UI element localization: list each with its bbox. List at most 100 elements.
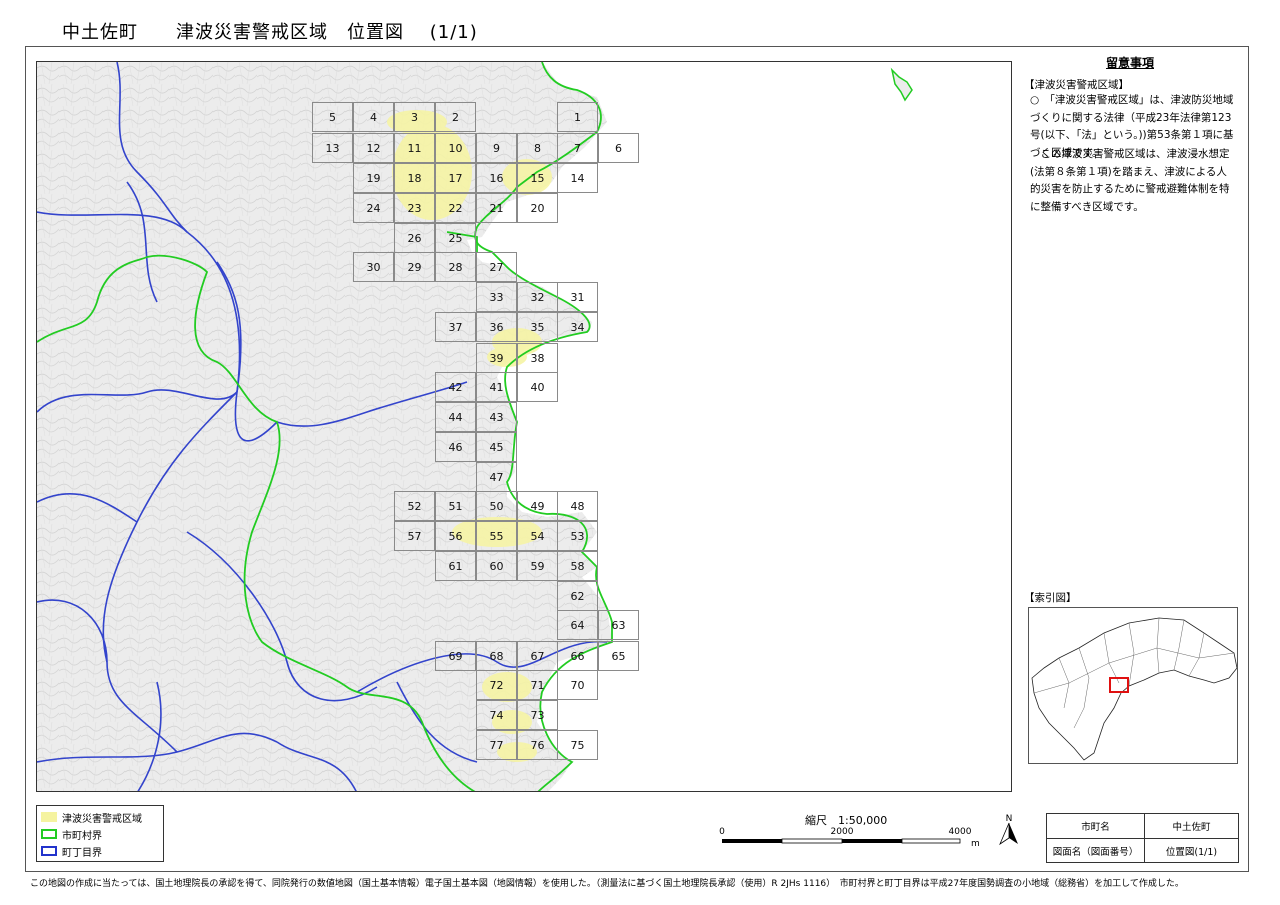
map-tile-20[interactable]: 20: [517, 193, 558, 223]
map-tile-6[interactable]: 6: [598, 133, 639, 163]
map-tile-44[interactable]: 44: [435, 402, 476, 432]
map-tile-54[interactable]: 54: [517, 521, 558, 551]
map-tile-75[interactable]: 75: [557, 730, 598, 760]
map-tile-12[interactable]: 12: [353, 133, 394, 163]
map-tile-23[interactable]: 23: [394, 193, 435, 223]
map-tile-3[interactable]: 3: [394, 102, 435, 132]
map-tile-4[interactable]: 4: [353, 102, 394, 132]
map-tile-18[interactable]: 18: [394, 163, 435, 193]
map-tile-43[interactable]: 43: [476, 402, 517, 432]
map-tile-49[interactable]: 49: [517, 491, 558, 521]
map-tile-1[interactable]: 1: [557, 102, 598, 132]
map-tile-9[interactable]: 9: [476, 133, 517, 163]
tile-grid: 1 2 3 4 5 6 7 8 9 10 11 12 13 14 15 16 17 18 19 20 21 22 23 24 2…: [37, 62, 1011, 791]
index-map-label: 【索引図】: [1024, 592, 1077, 604]
map-tile-45[interactable]: 45: [476, 432, 517, 462]
main-map[interactable]: 1 2 3 4 5 6 7 8 9 10 11 12 13 14 15 16 17 18 19 20 21 22 23 24 2…: [36, 61, 1012, 792]
legend-item-municipal-boundary: 市町村界: [41, 827, 102, 842]
map-tile-59[interactable]: 59: [517, 551, 558, 581]
map-tile-38[interactable]: 38: [517, 343, 558, 373]
map-tile-35[interactable]: 35: [517, 312, 558, 342]
map-tile-47[interactable]: 47: [476, 462, 517, 492]
map-tile-65[interactable]: 65: [598, 641, 639, 671]
table-town-value: 中土佐町: [1172, 822, 1211, 833]
map-tile-15[interactable]: 15: [517, 163, 558, 193]
map-tile-62[interactable]: 62: [557, 581, 598, 611]
map-tile-61[interactable]: 61: [435, 551, 476, 581]
map-tile-56[interactable]: 56: [435, 521, 476, 551]
notes-paragraph-2: この津波災害警戒区域は、津波浸水想定(法第８条第１項)を踏まえ、津波による人的災…: [1030, 148, 1230, 213]
map-tile-25[interactable]: 25: [435, 223, 476, 253]
map-tile-51[interactable]: 51: [435, 491, 476, 521]
map-info-table: 市町名 中土佐町 図面名（図面番号） 位置図(1/1): [1046, 813, 1239, 863]
map-tile-40[interactable]: 40: [517, 372, 558, 402]
map-tile-21[interactable]: 21: [476, 193, 517, 223]
map-tile-57[interactable]: 57: [394, 521, 435, 551]
map-tile-48[interactable]: 48: [557, 491, 598, 521]
scale-tick-0: 0: [719, 827, 725, 837]
map-tile-36[interactable]: 36: [476, 312, 517, 342]
map-tile-60[interactable]: 60: [476, 551, 517, 581]
map-tile-2[interactable]: 2: [435, 102, 476, 132]
map-tile-8[interactable]: 8: [517, 133, 558, 163]
map-tile-22[interactable]: 22: [435, 193, 476, 223]
map-tile-19[interactable]: 19: [353, 163, 394, 193]
map-tile-13[interactable]: 13: [312, 133, 353, 163]
map-tile-33[interactable]: 33: [476, 282, 517, 312]
prefecture-outline: [1031, 617, 1237, 761]
map-tile-64[interactable]: 64: [557, 610, 598, 640]
map-tile-27[interactable]: 27: [476, 252, 517, 282]
north-label: N: [1006, 814, 1013, 824]
map-tile-76[interactable]: 76: [517, 730, 558, 760]
map-tile-31[interactable]: 31: [557, 282, 598, 312]
map-tile-69[interactable]: 69: [435, 641, 476, 671]
map-tile-50[interactable]: 50: [476, 491, 517, 521]
map-tile-66[interactable]: 66: [557, 641, 598, 671]
north-arrow-icon: N: [999, 814, 1018, 846]
map-tile-74[interactable]: 74: [476, 700, 517, 730]
map-tile-68[interactable]: 68: [476, 641, 517, 671]
map-tile-41[interactable]: 41: [476, 372, 517, 402]
map-tile-24[interactable]: 24: [353, 193, 394, 223]
notes-heading: 【津波災害警戒区域】: [1024, 79, 1129, 91]
map-tile-32[interactable]: 32: [517, 282, 558, 312]
map-tile-16[interactable]: 16: [476, 163, 517, 193]
map-tile-42[interactable]: 42: [435, 372, 476, 402]
map-tile-55[interactable]: 55: [476, 521, 517, 551]
map-tile-10[interactable]: 10: [435, 133, 476, 163]
map-tile-53[interactable]: 53: [557, 521, 598, 551]
map-tile-17[interactable]: 17: [435, 163, 476, 193]
map-tile-63[interactable]: 63: [598, 610, 639, 640]
legend-label: 市町村界: [62, 830, 102, 842]
scale-tick-4000: 4000: [949, 827, 972, 837]
scale-unit: m: [971, 839, 980, 849]
map-tile-30[interactable]: 30: [353, 252, 394, 282]
map-tile-39[interactable]: 39: [476, 343, 517, 373]
map-tile-67[interactable]: 67: [517, 641, 558, 671]
index-map[interactable]: [1028, 607, 1238, 764]
map-tile-29[interactable]: 29: [394, 252, 435, 282]
map-tile-72[interactable]: 72: [476, 670, 517, 700]
table-sheet-value: 位置図(1/1): [1165, 846, 1218, 858]
map-tile-11[interactable]: 11: [394, 133, 435, 163]
legend-item-town-boundary: 町丁目界: [41, 844, 102, 859]
map-tile-34[interactable]: 34: [557, 312, 598, 342]
map-tile-58[interactable]: 58: [557, 551, 598, 581]
map-tile-28[interactable]: 28: [435, 252, 476, 282]
map-tile-77[interactable]: 77: [476, 730, 517, 760]
legend-swatch-town-boundary: [41, 846, 57, 856]
map-tile-71[interactable]: 71: [517, 670, 558, 700]
footer-credit: この地図の作成に当たっては、国土地理院長の承認を得て、同院発行の数値地図（国土基…: [30, 879, 1184, 889]
legend-label: 町丁目界: [62, 847, 102, 859]
map-tile-14[interactable]: 14: [557, 163, 598, 193]
map-tile-26[interactable]: 26: [394, 223, 435, 253]
map-tile-37[interactable]: 37: [435, 312, 476, 342]
page-title: 中土佐町 津波災害警戒区域 位置図 (1/1): [62, 22, 478, 43]
table-header-town: 市町名: [1081, 822, 1110, 833]
map-tile-46[interactable]: 46: [435, 432, 476, 462]
map-tile-5[interactable]: 5: [312, 102, 353, 132]
map-tile-70[interactable]: 70: [557, 670, 598, 700]
map-tile-52[interactable]: 52: [394, 491, 435, 521]
map-tile-7[interactable]: 7: [557, 133, 598, 163]
map-tile-73[interactable]: 73: [517, 700, 558, 730]
